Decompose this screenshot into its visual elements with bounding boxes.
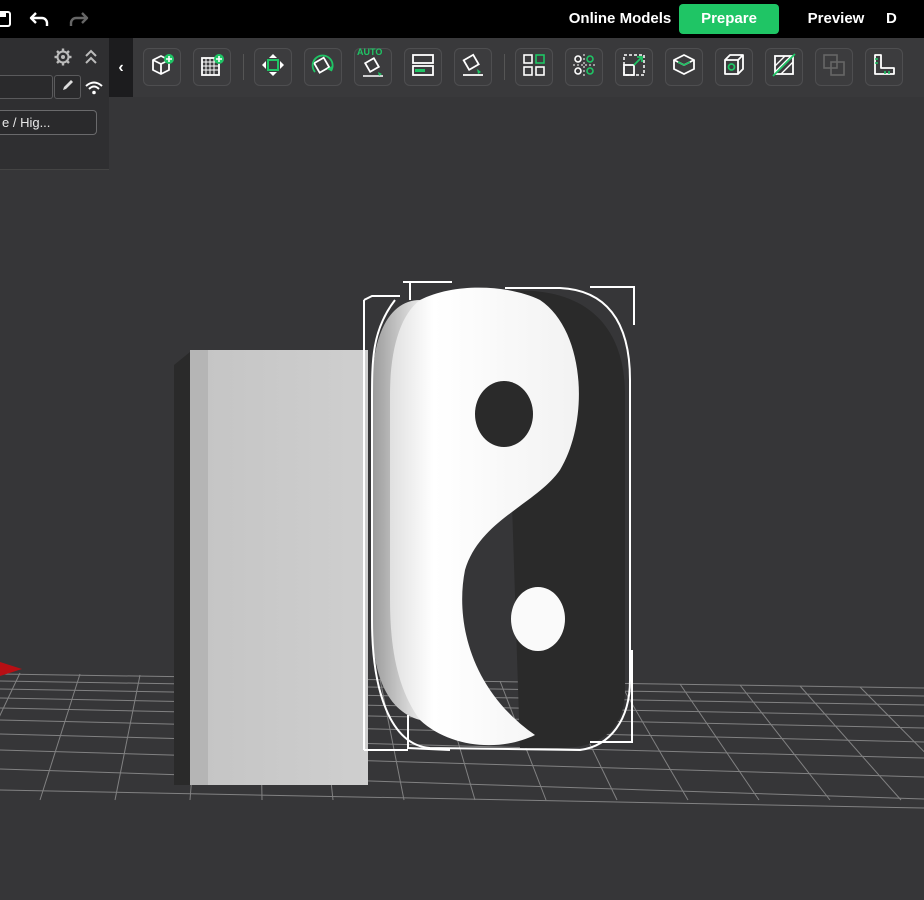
yin-yang-model: [363, 281, 635, 752]
edit-pencil-icon: [61, 78, 75, 97]
hatch-icon: [770, 51, 798, 84]
tab-prepare[interactable]: Prepare: [679, 4, 779, 34]
split-objects-icon: [520, 51, 548, 84]
tab-preview[interactable]: Preview: [795, 4, 877, 34]
add-plate-button[interactable]: [193, 48, 231, 86]
scale-icon: [620, 51, 648, 84]
ruler-icon: [870, 51, 898, 84]
auto-badge: AUTO: [357, 47, 383, 57]
orient-icon: [309, 51, 337, 84]
save-icon[interactable]: [0, 8, 14, 30]
collapse-sidebar-button[interactable]: ‹: [109, 38, 133, 97]
top-bar: Online Models Prepare Preview D: [0, 0, 924, 38]
main-toolbar: AUTO: [133, 38, 924, 97]
settings-gear-icon[interactable]: [52, 46, 74, 68]
toolbar-divider: [243, 54, 244, 80]
undo-icon[interactable]: [28, 8, 50, 30]
layers-box-icon: [670, 51, 698, 84]
box-model: [174, 350, 368, 785]
cube-cut-icon: [720, 51, 748, 84]
tab-device[interactable]: D: [886, 4, 906, 34]
add-cube-icon: [148, 51, 176, 84]
split-to-parts-button[interactable]: [565, 48, 603, 86]
wifi-icon[interactable]: [83, 77, 105, 99]
collapse-up-icon[interactable]: [80, 46, 102, 68]
scale-button[interactable]: [615, 48, 653, 86]
auto-orient-button[interactable]: AUTO: [354, 47, 392, 86]
lay-on-face-button[interactable]: [454, 48, 492, 86]
redo-icon[interactable]: [68, 8, 90, 30]
arrange-icon: [259, 51, 287, 84]
assembly-button[interactable]: [815, 48, 853, 86]
tab-online-models[interactable]: Online Models: [564, 4, 676, 34]
edit-printer-button[interactable]: [54, 75, 81, 99]
add-plate-icon: [198, 51, 226, 84]
add-object-button[interactable]: [143, 48, 181, 86]
split-plates-button[interactable]: [404, 48, 442, 86]
overlap-squares-icon: [820, 51, 848, 84]
scene-canvas: [0, 281, 924, 809]
3d-viewport[interactable]: [0, 97, 924, 900]
layout-icon: [409, 51, 437, 84]
lay-on-face-icon: [459, 51, 487, 84]
measure-button[interactable]: [865, 48, 903, 86]
printer-input[interactable]: [0, 75, 53, 99]
cut-button[interactable]: [715, 48, 753, 86]
split-parts-icon: [570, 51, 598, 84]
boolean-button[interactable]: [765, 48, 803, 86]
arrange-button[interactable]: [254, 48, 292, 86]
orient-button[interactable]: [304, 48, 342, 86]
toolbar-divider: [504, 54, 505, 80]
split-to-objects-button[interactable]: [515, 48, 553, 86]
slice-plate-button[interactable]: [665, 48, 703, 86]
